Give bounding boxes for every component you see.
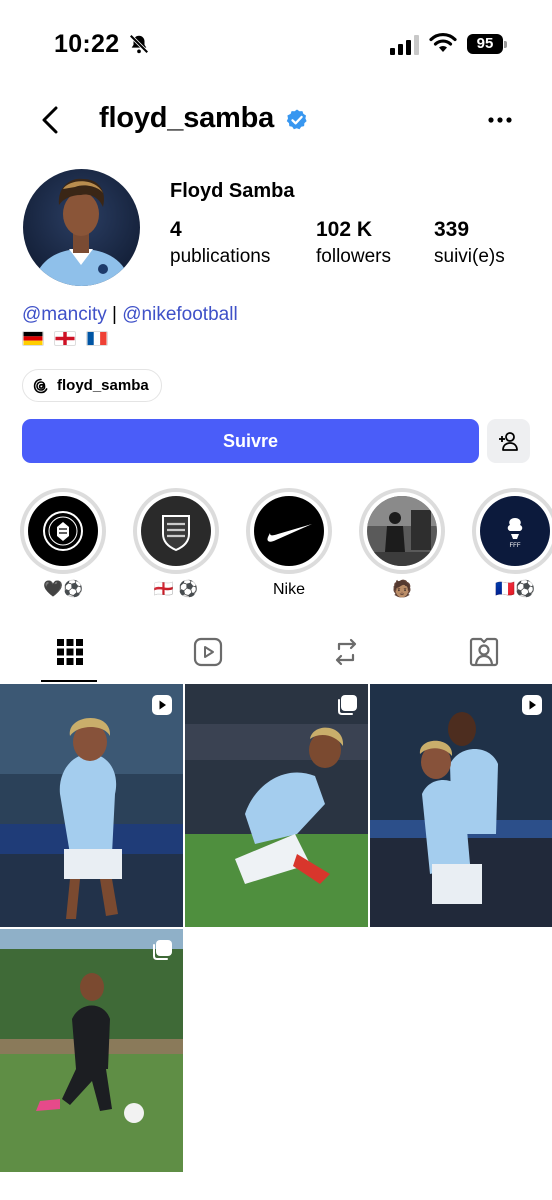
post-image <box>185 684 368 927</box>
cellular-signal-icon <box>390 35 419 55</box>
carousel-icon <box>153 940 172 960</box>
england-flag-icon <box>54 331 76 346</box>
header-username: floyd_samba <box>99 102 275 134</box>
avatar-photo <box>23 169 140 286</box>
clock: 10:22 <box>54 30 120 58</box>
highlight-england[interactable]: 🏴󠁧󠁢󠁥󠁮󠁧󠁿 ⚽️ <box>133 488 219 600</box>
active-tab-indicator <box>41 680 97 682</box>
wifi-icon <box>429 32 457 52</box>
stat-posts-value: 4 <box>170 218 182 241</box>
highlight-label: 🏴󠁧󠁢󠁥󠁮󠁧󠁿 ⚽️ <box>153 581 199 598</box>
highlight-mancity[interactable]: 🖤⚽️ <box>20 488 106 600</box>
nike-swoosh-icon <box>254 496 324 566</box>
tab-grid[interactable] <box>0 628 138 682</box>
highlight-nike[interactable]: Nike <box>246 488 332 600</box>
tagged-person-icon <box>469 637 499 667</box>
grid-icon <box>57 639 83 665</box>
bio-flags <box>22 331 108 349</box>
svg-text:FFF: FFF <box>510 543 521 549</box>
profile-tabs <box>0 628 552 684</box>
post-thumbnail[interactable] <box>185 684 368 927</box>
repost-icon <box>335 638 357 666</box>
highlight-photo[interactable]: 🧑🏽 <box>359 488 445 600</box>
post-thumbnail[interactable] <box>370 684 552 927</box>
stat-following[interactable]: 339 suivi(e)s <box>434 218 505 268</box>
more-options-icon[interactable] <box>486 108 514 132</box>
add-person-icon <box>499 432 518 451</box>
carousel-icon <box>338 695 357 715</box>
highlight-label: Nike <box>272 581 305 598</box>
post-image <box>0 684 183 927</box>
post-thumbnail[interactable] <box>0 929 183 1172</box>
battery-indicator: 95 <box>467 34 509 56</box>
highlight-label: 🇫🇷⚽️ <box>495 581 535 598</box>
tab-tagged[interactable] <box>414 628 552 682</box>
stat-followers-label: followers <box>316 246 391 267</box>
germany-flag-icon <box>22 331 44 346</box>
follow-button[interactable]: Suivre <box>22 419 479 463</box>
bio-link-mancity[interactable]: @mancity <box>22 304 107 325</box>
tab-reels[interactable] <box>138 628 276 682</box>
post-image <box>0 929 183 1172</box>
status-bar: 10:22 95 <box>0 0 552 90</box>
highlight-label: 🖤⚽️ <box>43 581 83 598</box>
stat-followers-value: 102 K <box>316 218 373 241</box>
post-thumbnail[interactable] <box>0 684 183 927</box>
stat-following-value: 339 <box>434 218 470 241</box>
reels-icon <box>193 637 223 667</box>
back-arrow-icon[interactable] <box>36 104 66 136</box>
england-crest-icon <box>141 496 211 566</box>
bio-separator: | <box>112 304 117 325</box>
bio-link-nikefootball[interactable]: @nikefootball <box>122 304 237 325</box>
battery-level: 95 <box>467 34 503 54</box>
stat-posts-label: publications <box>170 246 271 267</box>
post-image <box>370 684 552 927</box>
tab-reposts[interactable] <box>276 628 414 682</box>
highlight-label: 🧑🏽 <box>392 581 412 598</box>
man-city-crest-icon <box>28 496 98 566</box>
threads-icon <box>33 378 48 393</box>
stat-followers[interactable]: 102 K followers <box>316 218 391 268</box>
profile-header: floyd_samba <box>0 92 552 150</box>
verified-badge-icon <box>286 109 307 130</box>
france-flag-icon <box>86 331 108 346</box>
profile-full-name: Floyd Samba <box>170 180 295 202</box>
fff-crest-icon: FFF <box>480 496 550 566</box>
reel-icon <box>522 695 542 715</box>
profile-avatar[interactable] <box>23 169 140 286</box>
threads-profile-link[interactable]: floyd_samba <box>22 369 162 402</box>
silent-bell-icon <box>129 34 149 54</box>
highlight-france[interactable]: FFF 🇫🇷⚽️ <box>472 488 552 600</box>
suggested-accounts-button[interactable] <box>487 419 530 463</box>
reel-icon <box>152 695 172 715</box>
bio-links: @mancity | @nikefootball <box>22 304 238 326</box>
stat-posts[interactable]: 4 publications <box>170 218 270 268</box>
threads-handle: floyd_samba <box>57 377 149 394</box>
stat-following-label: suivi(e)s <box>434 246 505 267</box>
gym-photo-icon <box>367 496 437 566</box>
